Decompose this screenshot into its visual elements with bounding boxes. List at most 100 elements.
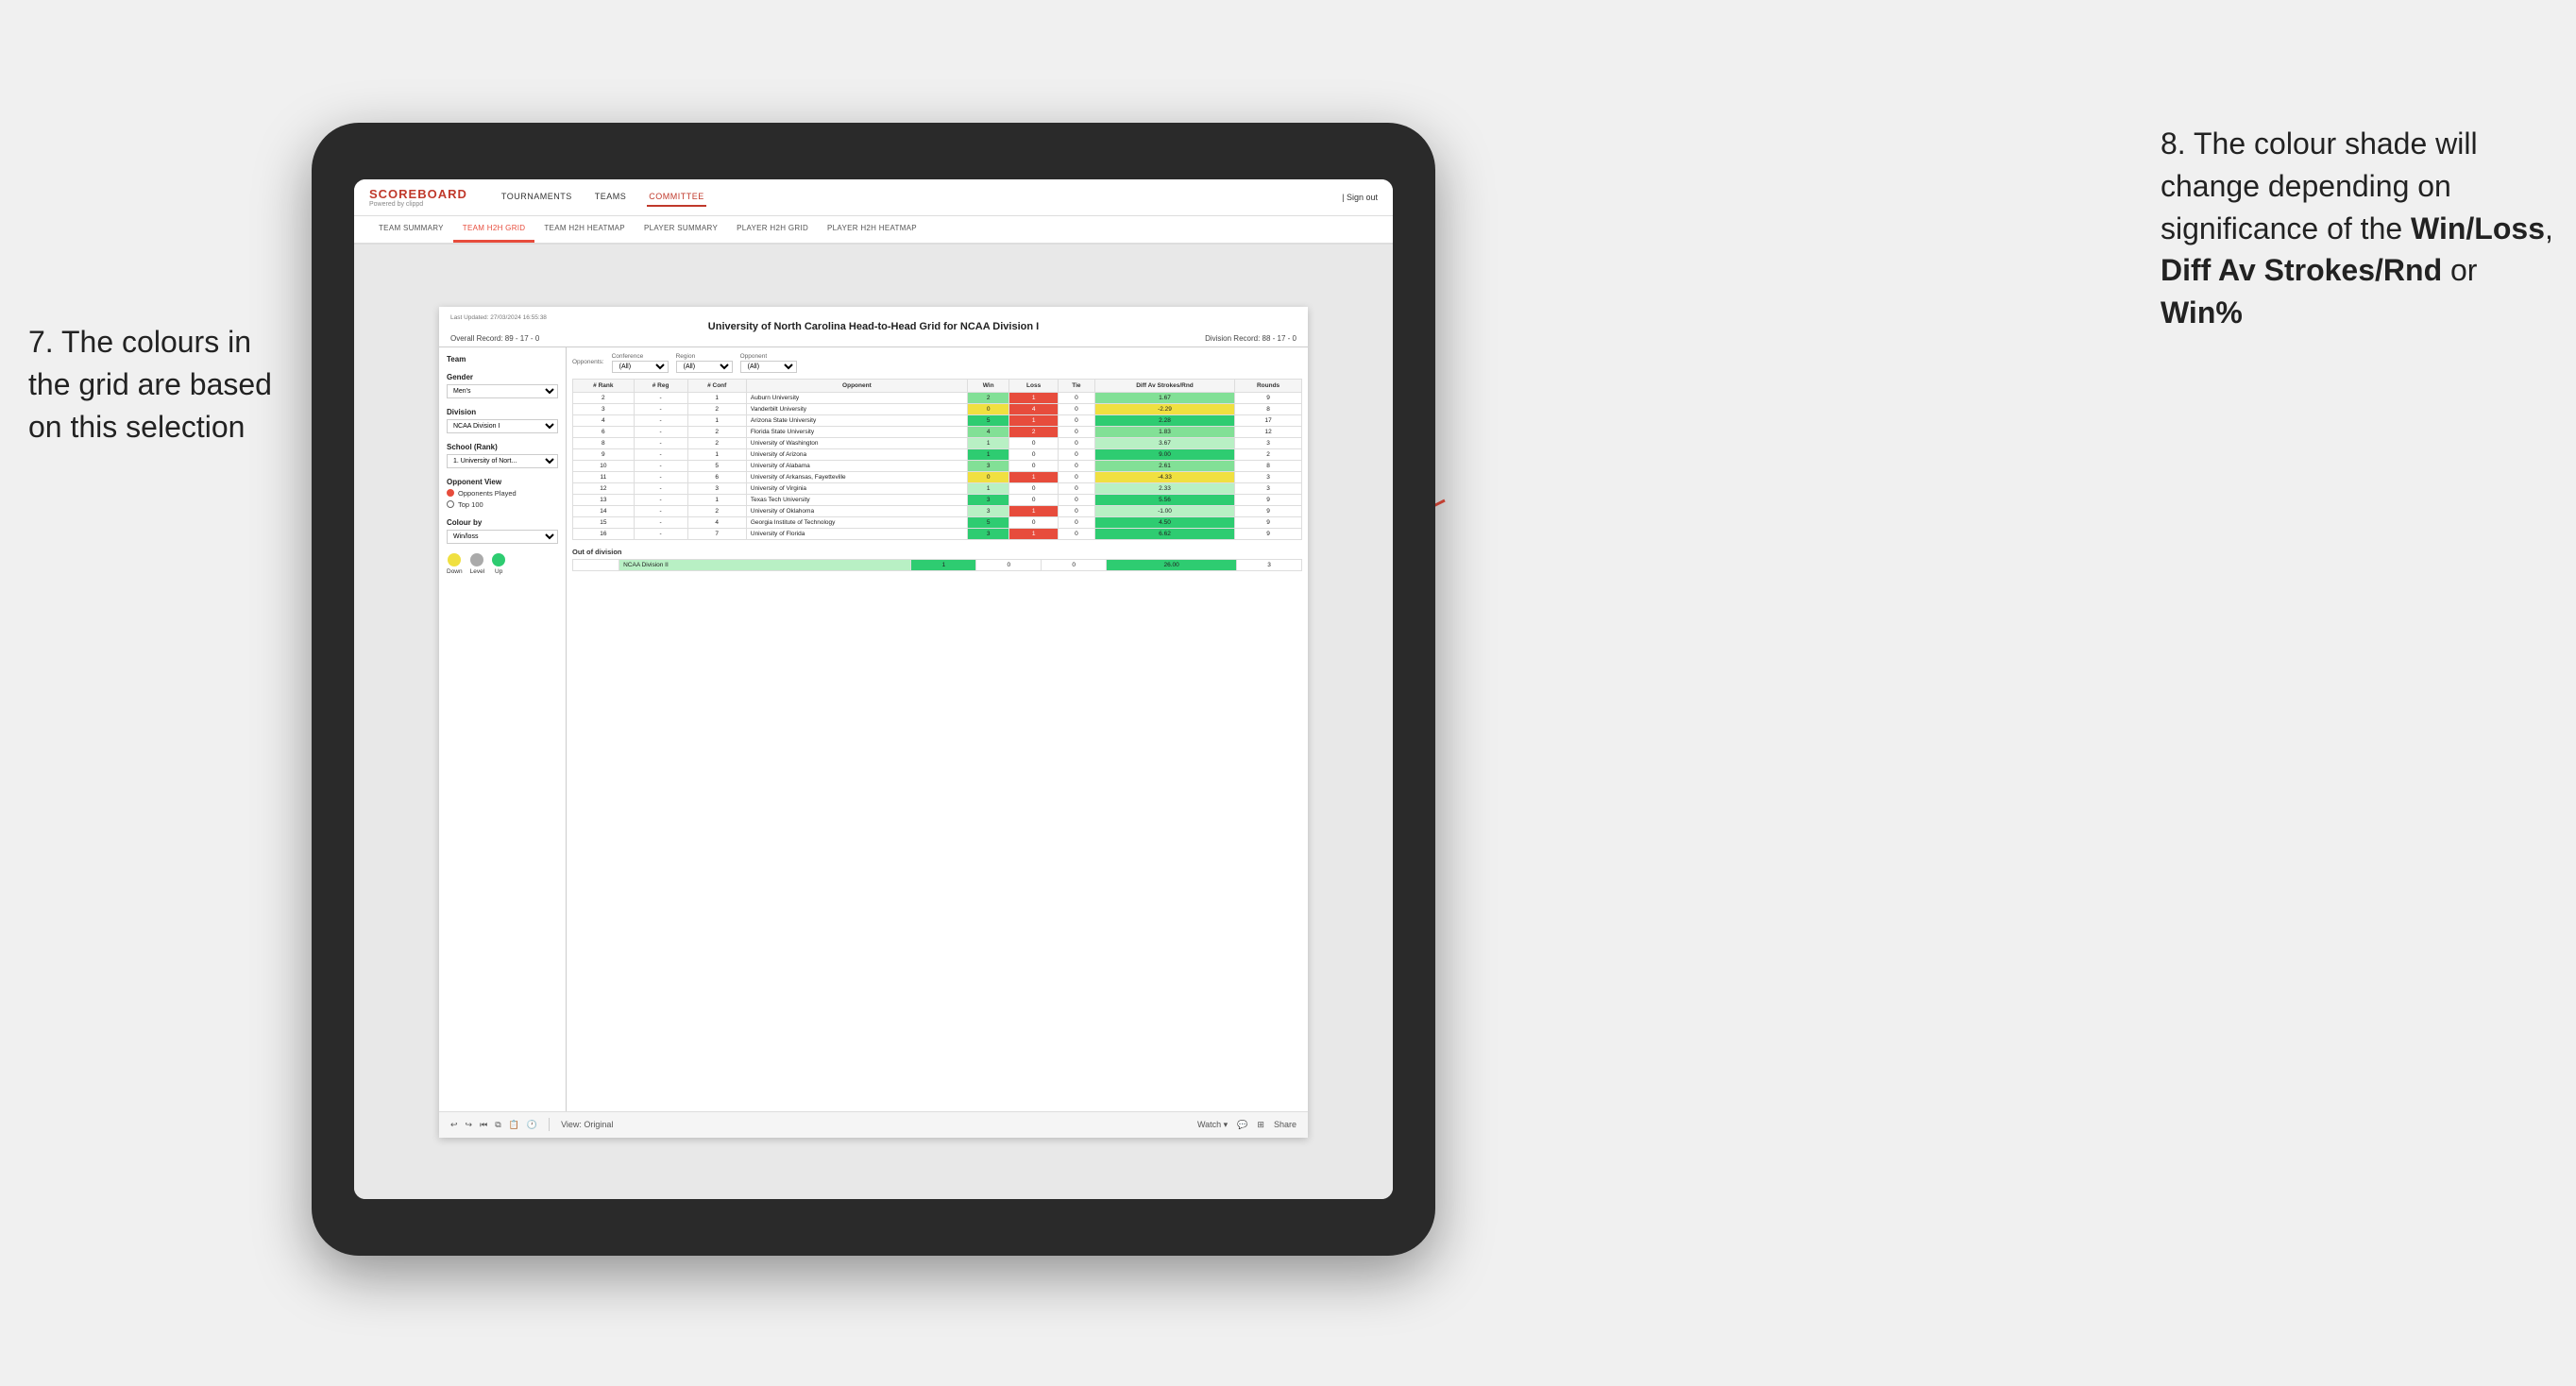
cell-reg: - [634,505,687,516]
cell-rank: 9 [573,448,635,460]
filter-opponents: Opponents: [572,359,604,366]
col-reg: # Reg [634,379,687,392]
filter-region-label: Region [676,353,733,360]
col-opponent: Opponent [746,379,967,392]
sub-nav-team-h2h-heatmap[interactable]: TEAM H2H HEATMAP [534,216,635,243]
legend-dot-up [492,553,505,566]
radio-opponents-played[interactable]: Opponents Played [447,489,558,498]
filters-row: Opponents: Conference (All) Region [572,353,1302,373]
conference-select[interactable]: (All) [612,361,669,373]
cell-opponent: Florida State University [746,426,967,437]
cell-win: 1 [967,437,1008,448]
nav-teams[interactable]: TEAMS [593,188,629,207]
cell-tie: 0 [1058,460,1094,471]
sub-nav-player-h2h-grid[interactable]: PLAYER H2H GRID [727,216,818,243]
cell-tie: 0 [1058,528,1094,539]
cell-tie: 0 [1058,482,1094,494]
radio-top-100[interactable]: Top 100 [447,500,558,509]
col-diff: Diff Av Strokes/Rnd [1094,379,1234,392]
cell-win: 3 [967,505,1008,516]
nav-items: TOURNAMENTS TEAMS COMMITTEE [500,188,706,207]
cell-reg: - [634,392,687,403]
cell-opponent: University of Arizona [746,448,967,460]
cell-tie: 0 [1058,403,1094,414]
cell-loss: 0 [1009,482,1059,494]
gender-label: Gender [447,373,558,381]
redo-btn[interactable]: ↪ [466,1120,473,1130]
legend-down: Down [447,553,463,575]
col-loss: Loss [1009,379,1059,392]
share-btn[interactable]: Share [1274,1120,1296,1129]
cell-win: 3 [967,494,1008,505]
out-of-div-loss: 0 [976,559,1042,570]
radio-dot-selected [447,489,454,497]
comment-btn[interactable]: 💬 [1237,1120,1247,1130]
filter-conference-label: Conference [612,353,669,360]
view-original-btn[interactable]: View: Original [561,1120,613,1129]
clock-btn[interactable]: 🕐 [527,1120,537,1130]
watch-btn[interactable]: Watch ▾ [1197,1120,1228,1130]
school-label: School (Rank) [447,443,558,451]
cell-reg: - [634,437,687,448]
cell-win: 0 [967,471,1008,482]
cell-win: 1 [967,482,1008,494]
cell-win: 2 [967,392,1008,403]
colour-by-section: Colour by Win/loss [447,518,558,544]
cell-loss: 1 [1009,392,1059,403]
top-nav: SCOREBOARD Powered by clippd TOURNAMENTS… [354,179,1393,216]
filter-conference: Conference (All) [612,353,669,373]
sub-nav-team-h2h-grid[interactable]: TEAM H2H GRID [453,216,535,243]
colour-by-select[interactable]: Win/loss [447,530,558,544]
cell-loss: 0 [1009,494,1059,505]
cell-diff: -4.33 [1094,471,1234,482]
cell-rounds: 8 [1235,460,1302,471]
nav-committee[interactable]: COMMITTEE [647,188,706,207]
cell-win: 3 [967,460,1008,471]
logo-sub: Powered by clippd [369,201,467,208]
sub-nav-player-summary[interactable]: PLAYER SUMMARY [635,216,727,243]
cell-conf: 2 [687,426,746,437]
cell-diff: 2.28 [1094,414,1234,426]
undo-btn[interactable]: ↩ [450,1120,458,1130]
region-select[interactable]: (All) [676,361,733,373]
col-tie: Tie [1058,379,1094,392]
paste-btn[interactable]: 📋 [509,1120,519,1130]
cell-rounds: 2 [1235,448,1302,460]
copy-btn[interactable]: ⧉ [495,1120,500,1130]
sub-nav-team-summary[interactable]: TEAM SUMMARY [369,216,453,243]
sub-nav-player-h2h-heatmap[interactable]: PLAYER H2H HEATMAP [818,216,926,243]
cell-opponent: University of Arkansas, Fayetteville [746,471,967,482]
cell-opponent: Texas Tech University [746,494,967,505]
opponent-select[interactable]: (All) [740,361,797,373]
nav-tournaments[interactable]: TOURNAMENTS [500,188,574,207]
cell-opponent: University of Alabama [746,460,967,471]
out-of-div-table: NCAA Division II 1 0 0 26.00 3 [572,559,1302,571]
cell-rounds: 9 [1235,505,1302,516]
table-row: 3 - 2 Vanderbilt University 0 4 0 -2.29 … [573,403,1302,414]
cell-conf: 1 [687,494,746,505]
division-select[interactable]: NCAA Division I [447,419,558,433]
cell-reg: - [634,426,687,437]
filter-region: Region (All) [676,353,733,373]
main-content: Last Updated: 27/03/2024 16:55:38 Univer… [354,245,1393,1199]
cell-rank: 2 [573,392,635,403]
cell-diff: 1.83 [1094,426,1234,437]
cell-reg: - [634,460,687,471]
table-row: 15 - 4 Georgia Institute of Technology 5… [573,516,1302,528]
cell-reg: - [634,414,687,426]
cell-diff: 3.67 [1094,437,1234,448]
grid-btn[interactable]: ⊞ [1257,1120,1264,1130]
sub-nav: TEAM SUMMARY TEAM H2H GRID TEAM H2H HEAT… [354,216,1393,245]
cell-rank: 15 [573,516,635,528]
cell-rounds: 12 [1235,426,1302,437]
gender-select[interactable]: Men's [447,384,558,398]
cell-loss: 1 [1009,528,1059,539]
nav-back-btn[interactable]: ⏮ [480,1120,487,1130]
cell-conf: 3 [687,482,746,494]
sign-out[interactable]: | Sign out [1342,193,1378,202]
cell-opponent: University of Virginia [746,482,967,494]
cell-rounds: 3 [1235,482,1302,494]
school-select[interactable]: 1. University of Nort... [447,454,558,468]
cell-rank: 6 [573,426,635,437]
table-row: 9 - 1 University of Arizona 1 0 0 9.00 2 [573,448,1302,460]
